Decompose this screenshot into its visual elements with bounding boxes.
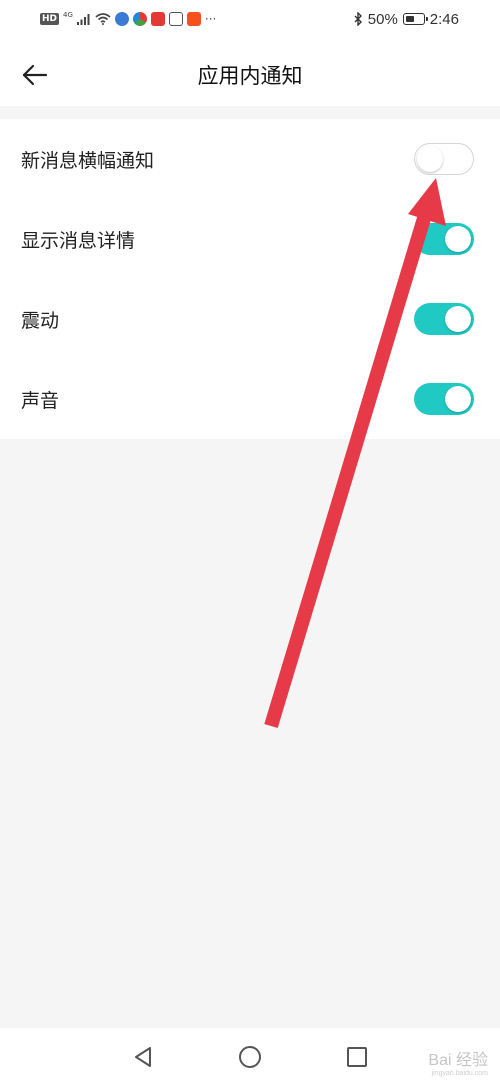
hd-badge: HD (40, 13, 60, 25)
setting-label: 新消息横幅通知 (21, 149, 155, 172)
status-left: HD 4G ··· (0, 11, 217, 26)
wifi-icon (95, 13, 111, 25)
setting-row-details[interactable]: 显示消息详情 (0, 199, 500, 279)
battery-level-fill (405, 16, 414, 22)
nav-home-button[interactable] (237, 1044, 263, 1070)
video-app-icon (150, 12, 165, 26)
toggle-knob (445, 386, 471, 412)
more-notifications-indicator: ··· (204, 12, 217, 26)
music-app-icon (114, 12, 129, 26)
system-nav-bar: Bai 经验 jingyan.baidu.com (0, 1028, 500, 1083)
message-details-toggle[interactable] (414, 223, 474, 255)
home-circle-icon (239, 1046, 261, 1068)
toggle-knob (417, 146, 443, 172)
setting-row-vibration[interactable]: 震动 (0, 279, 500, 359)
bluetooth-icon (354, 12, 362, 26)
toggle-knob (445, 226, 471, 252)
signal-icon (76, 14, 90, 25)
setting-label: 显示消息详情 (21, 229, 136, 252)
setting-row-sound[interactable]: 声音 (0, 359, 500, 439)
page-title: 应用内通知 (197, 64, 303, 88)
vibration-toggle[interactable] (414, 303, 474, 335)
setting-label: 声音 (21, 389, 60, 412)
back-triangle-icon (135, 1047, 151, 1067)
setting-label: 震动 (21, 309, 60, 332)
watermark-subtext: jingyan.baidu.com (431, 1070, 488, 1077)
sound-toggle[interactable] (414, 383, 474, 415)
recents-square-icon (347, 1047, 367, 1067)
clock: 2:46 (429, 10, 459, 28)
shield-app-icon (168, 12, 183, 26)
network-badge: 4G (63, 11, 73, 19)
settings-list: 新消息横幅通知 显示消息详情 震动 声音 (0, 119, 500, 439)
watermark-text: Bai 经验 (428, 1052, 488, 1069)
nav-back-button[interactable] (130, 1044, 156, 1070)
battery-icon (402, 13, 428, 25)
banner-notification-toggle[interactable] (414, 143, 474, 175)
baidu-watermark: Bai 经验 jingyan.baidu.com (428, 1046, 488, 1077)
toggle-knob (445, 306, 471, 332)
nav-recents-button[interactable] (344, 1044, 370, 1070)
app-header: 应用内通知 (0, 38, 500, 106)
y-app-icon (186, 12, 201, 26)
browser-app-icon (132, 12, 147, 26)
status-bar: HD 4G ··· 50% 2:46 (0, 0, 500, 38)
battery-percent: 50% (367, 10, 398, 28)
status-right: 50% 2:46 (353, 11, 500, 28)
setting-row-banner[interactable]: 新消息横幅通知 (0, 119, 500, 199)
